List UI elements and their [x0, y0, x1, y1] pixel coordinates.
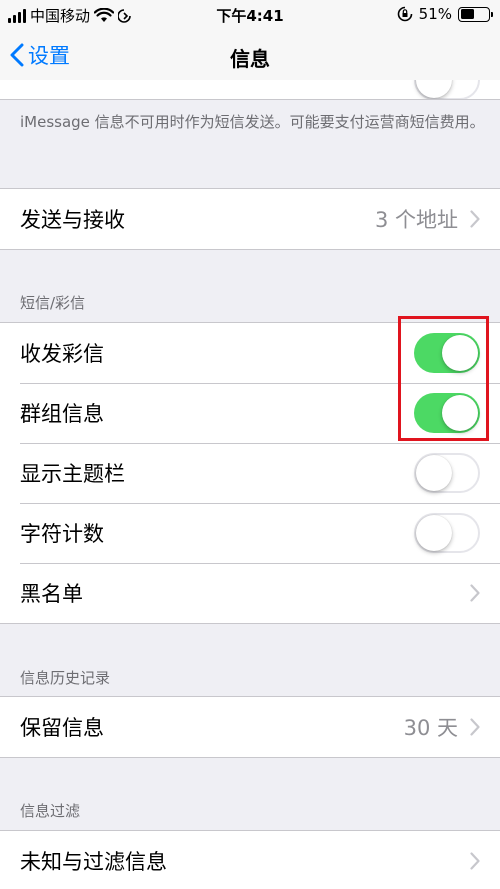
- character-count-label: 字符计数: [20, 522, 104, 546]
- status-right: 51%: [397, 5, 493, 23]
- send-receive-value: 3 个地址: [374, 208, 458, 232]
- battery-icon: [458, 6, 493, 22]
- send-receive-label: 发送与接收: [20, 208, 125, 232]
- send-receive-row[interactable]: 发送与接收 3 个地址: [0, 189, 500, 249]
- keep-messages-row[interactable]: 保留信息 30 天: [0, 697, 500, 757]
- unknown-filtered-label: 未知与过滤信息: [20, 850, 167, 874]
- keep-messages-value: 30 天: [403, 716, 458, 740]
- blocked-label: 黑名单: [20, 582, 83, 606]
- toggle-fragment[interactable]: [414, 80, 480, 99]
- imessage-row-fragment: [0, 80, 500, 100]
- history-group: 保留信息 30 天: [0, 696, 500, 758]
- unknown-filtered-row[interactable]: 未知与过滤信息: [0, 831, 500, 889]
- sms-section-header: 短信/彩信: [20, 294, 86, 312]
- mms-label: 收发彩信: [20, 342, 104, 366]
- chevron-right-icon: [470, 210, 480, 228]
- chevron-right-icon: [470, 852, 480, 870]
- imessage-footnote: iMessage 信息不可用时作为短信发送。可能要支付运营商短信费用。: [20, 113, 485, 131]
- history-section-header: 信息历史记录: [20, 669, 111, 687]
- group-messaging-label: 群组信息: [20, 402, 104, 426]
- orientation-lock-icon: [397, 6, 412, 22]
- page-title: 信息: [230, 47, 270, 71]
- subject-field-toggle[interactable]: [414, 453, 480, 493]
- send-receive-group: 发送与接收 3 个地址: [0, 188, 500, 250]
- subject-field-label: 显示主题栏: [20, 462, 125, 486]
- filter-section-header: 信息过滤: [20, 802, 81, 820]
- chevron-right-icon: [470, 584, 480, 602]
- status-bar: 中国移动 下午4:41 51%: [0, 0, 500, 30]
- character-count-row: 字符计数: [0, 503, 500, 563]
- blocked-row[interactable]: 黑名单: [0, 563, 500, 623]
- battery-percent: 51%: [418, 5, 452, 23]
- subject-field-row: 显示主题栏: [0, 443, 500, 503]
- chevron-right-icon: [470, 718, 480, 736]
- keep-messages-label: 保留信息: [20, 716, 104, 740]
- highlight-annotation-box: [398, 316, 489, 441]
- navigation-bar: 设置 信息: [0, 30, 500, 80]
- filter-group: 未知与过滤信息: [0, 830, 500, 889]
- character-count-toggle[interactable]: [414, 513, 480, 553]
